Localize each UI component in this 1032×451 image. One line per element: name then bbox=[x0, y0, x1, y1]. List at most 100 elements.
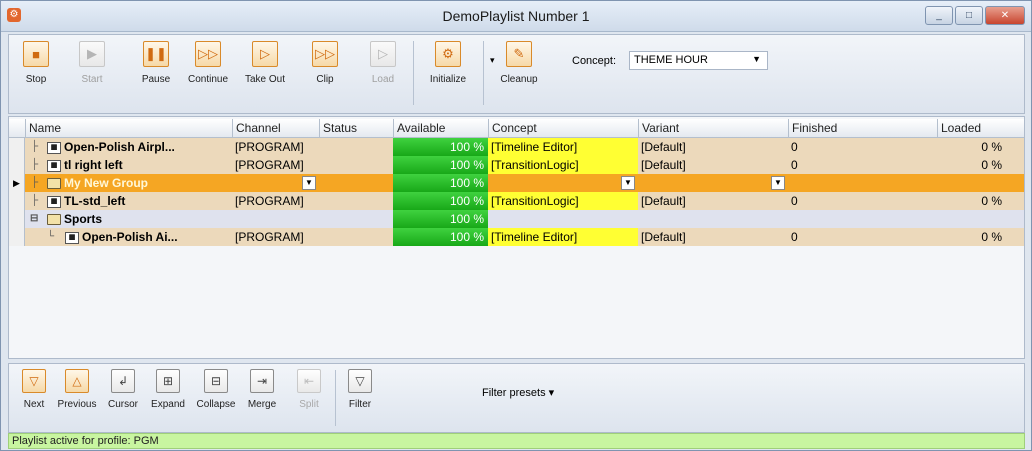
take-out-icon: ▷ bbox=[252, 41, 278, 67]
col-header-status[interactable]: Status bbox=[319, 119, 393, 137]
row-variant: [Default] bbox=[638, 156, 788, 174]
row-finished: 0 bbox=[788, 138, 937, 156]
merge-button[interactable]: ⇥ Merge bbox=[242, 369, 282, 410]
row-indicator bbox=[9, 156, 25, 174]
col-header-channel[interactable]: Channel bbox=[232, 119, 319, 137]
stop-label: Stop bbox=[25, 74, 47, 85]
take-out-button[interactable]: ▷ Take Out bbox=[241, 41, 289, 85]
initialize-button[interactable]: ⚙ Initialize bbox=[423, 41, 473, 85]
row-name-cell[interactable]: ├ ▦ tl right left bbox=[25, 156, 232, 174]
row-status bbox=[319, 228, 393, 246]
row-name-cell[interactable]: ├ My New Group bbox=[25, 174, 232, 192]
row-status bbox=[319, 174, 393, 192]
row-indicator bbox=[9, 138, 25, 156]
row-name-cell[interactable]: ⊟ Sports bbox=[25, 210, 232, 228]
row-channel: [PROGRAM] bbox=[232, 156, 319, 174]
col-header-concept[interactable]: Concept bbox=[488, 119, 638, 137]
navigation-toolbar: ▽ Next △ Previous ↲ Cursor ⊞ Expand ⊟ Co… bbox=[8, 363, 1025, 433]
merge-icon: ⇥ bbox=[250, 369, 274, 393]
toolbar-separator bbox=[413, 41, 414, 105]
close-button[interactable]: ✕ bbox=[985, 6, 1025, 25]
start-button[interactable]: ▶ Start bbox=[75, 41, 109, 85]
split-button[interactable]: ⇤ Split bbox=[292, 369, 326, 410]
row-concept-editor[interactable]: ▼ bbox=[488, 174, 638, 192]
chevron-down-icon[interactable]: ▼ bbox=[302, 176, 316, 190]
clip-button[interactable]: ▷▷ Clip bbox=[308, 41, 342, 85]
row-status bbox=[319, 210, 393, 228]
title-bar[interactable]: ⚙ DemoPlaylist Number 1 _ □ ✕ bbox=[1, 1, 1031, 32]
row-channel: [PROGRAM] bbox=[232, 228, 319, 246]
maximize-button[interactable]: □ bbox=[955, 6, 983, 25]
tree-line-icon: └ bbox=[47, 231, 55, 242]
col-header-available[interactable]: Available bbox=[393, 119, 488, 137]
table-row-group[interactable]: ⊟ Sports 100 % bbox=[9, 210, 1024, 228]
row-status bbox=[319, 156, 393, 174]
take-out-label: Take Out bbox=[244, 74, 286, 85]
row-variant: [Default] bbox=[638, 228, 788, 246]
initialize-dropdown-icon[interactable]: ▾ bbox=[490, 55, 495, 66]
row-name: tl right left bbox=[64, 158, 123, 172]
row-name: Open-Polish Airpl... bbox=[64, 140, 175, 154]
filter-button[interactable]: ▽ Filter bbox=[343, 369, 377, 410]
continue-icon: ▷▷ bbox=[195, 41, 221, 67]
folder-icon bbox=[47, 214, 61, 226]
toolbar-separator bbox=[483, 41, 484, 105]
start-label: Start bbox=[81, 74, 103, 85]
collapse-toggle-icon[interactable]: ⊟ bbox=[30, 210, 38, 228]
col-header-loaded[interactable]: Loaded bbox=[937, 119, 1024, 137]
pause-icon: ❚❚ bbox=[143, 41, 169, 67]
chevron-down-icon[interactable]: ▼ bbox=[621, 176, 635, 190]
toolbar-separator bbox=[335, 370, 336, 426]
row-finished bbox=[788, 174, 937, 192]
stop-button[interactable]: ■ Stop bbox=[19, 41, 53, 85]
cursor-button[interactable]: ↲ Cursor bbox=[103, 369, 143, 410]
pause-label: Pause bbox=[141, 74, 171, 85]
tree-line-icon: ├ bbox=[31, 177, 39, 188]
col-header-name[interactable]: Name bbox=[25, 119, 232, 137]
col-header-variant[interactable]: Variant bbox=[638, 119, 788, 137]
concept-select[interactable]: THEME HOUR ▼ bbox=[629, 51, 768, 70]
clip-item-icon: ▦ bbox=[65, 231, 79, 244]
previous-button[interactable]: △ Previous bbox=[53, 369, 101, 410]
row-available: 100 % bbox=[393, 138, 488, 156]
merge-label: Merge bbox=[247, 399, 277, 410]
expand-button[interactable]: ⊞ Expand bbox=[146, 369, 190, 410]
pause-button[interactable]: ❚❚ Pause bbox=[137, 41, 175, 85]
cleanup-button[interactable]: ✎ Cleanup bbox=[496, 41, 542, 85]
row-status bbox=[319, 192, 393, 210]
row-concept: [Timeline Editor] bbox=[488, 228, 638, 246]
next-label: Next bbox=[23, 399, 45, 410]
continue-label: Continue bbox=[187, 74, 229, 85]
row-name-cell[interactable]: └ ▦ Open-Polish Ai... bbox=[25, 228, 232, 246]
row-name-cell[interactable]: ├ ▦ Open-Polish Airpl... bbox=[25, 138, 232, 156]
cursor-label: Cursor bbox=[107, 399, 138, 410]
continue-button[interactable]: ▷▷ Continue bbox=[183, 41, 233, 85]
clip-item-icon: ▦ bbox=[47, 141, 61, 154]
previous-icon: △ bbox=[65, 369, 89, 393]
row-finished: 0 bbox=[788, 156, 937, 174]
table-row-selected[interactable]: ▶ ├ My New Group ▼ 100 % ▼ ▼ bbox=[9, 174, 1024, 192]
filter-presets-dropdown[interactable]: Filter presets ▾ bbox=[482, 386, 554, 399]
row-loaded bbox=[937, 174, 1024, 192]
row-name-cell[interactable]: ├ ▦ TL-std_left bbox=[25, 192, 232, 210]
col-header-finished[interactable]: Finished bbox=[788, 119, 937, 137]
row-name: Open-Polish Ai... bbox=[82, 230, 178, 244]
row-indicator bbox=[9, 228, 25, 246]
row-finished: 0 bbox=[788, 192, 937, 210]
table-row[interactable]: ├ ▦ Open-Polish Airpl... [PROGRAM] 100 % … bbox=[9, 138, 1024, 156]
next-button[interactable]: ▽ Next bbox=[17, 369, 51, 410]
table-row[interactable]: ├ ▦ tl right left [PROGRAM] 100 % [Transi… bbox=[9, 156, 1024, 174]
row-channel: [PROGRAM] bbox=[232, 138, 319, 156]
row-available: 100 % bbox=[393, 228, 488, 246]
load-button[interactable]: ▷ Load bbox=[366, 41, 400, 85]
chevron-down-icon[interactable]: ▼ bbox=[771, 176, 785, 190]
filter-icon: ▽ bbox=[348, 369, 372, 393]
previous-label: Previous bbox=[57, 399, 97, 410]
table-row[interactable]: └ ▦ Open-Polish Ai... [PROGRAM] 100 % [Ti… bbox=[9, 228, 1024, 246]
row-variant-editor[interactable]: ▼ bbox=[638, 174, 788, 192]
collapse-button[interactable]: ⊟ Collapse bbox=[192, 369, 240, 410]
row-channel-editor[interactable]: ▼ bbox=[232, 174, 319, 192]
minimize-button[interactable]: _ bbox=[925, 6, 953, 25]
table-row[interactable]: ├ ▦ TL-std_left [PROGRAM] 100 % [Transiti… bbox=[9, 192, 1024, 210]
row-status bbox=[319, 138, 393, 156]
